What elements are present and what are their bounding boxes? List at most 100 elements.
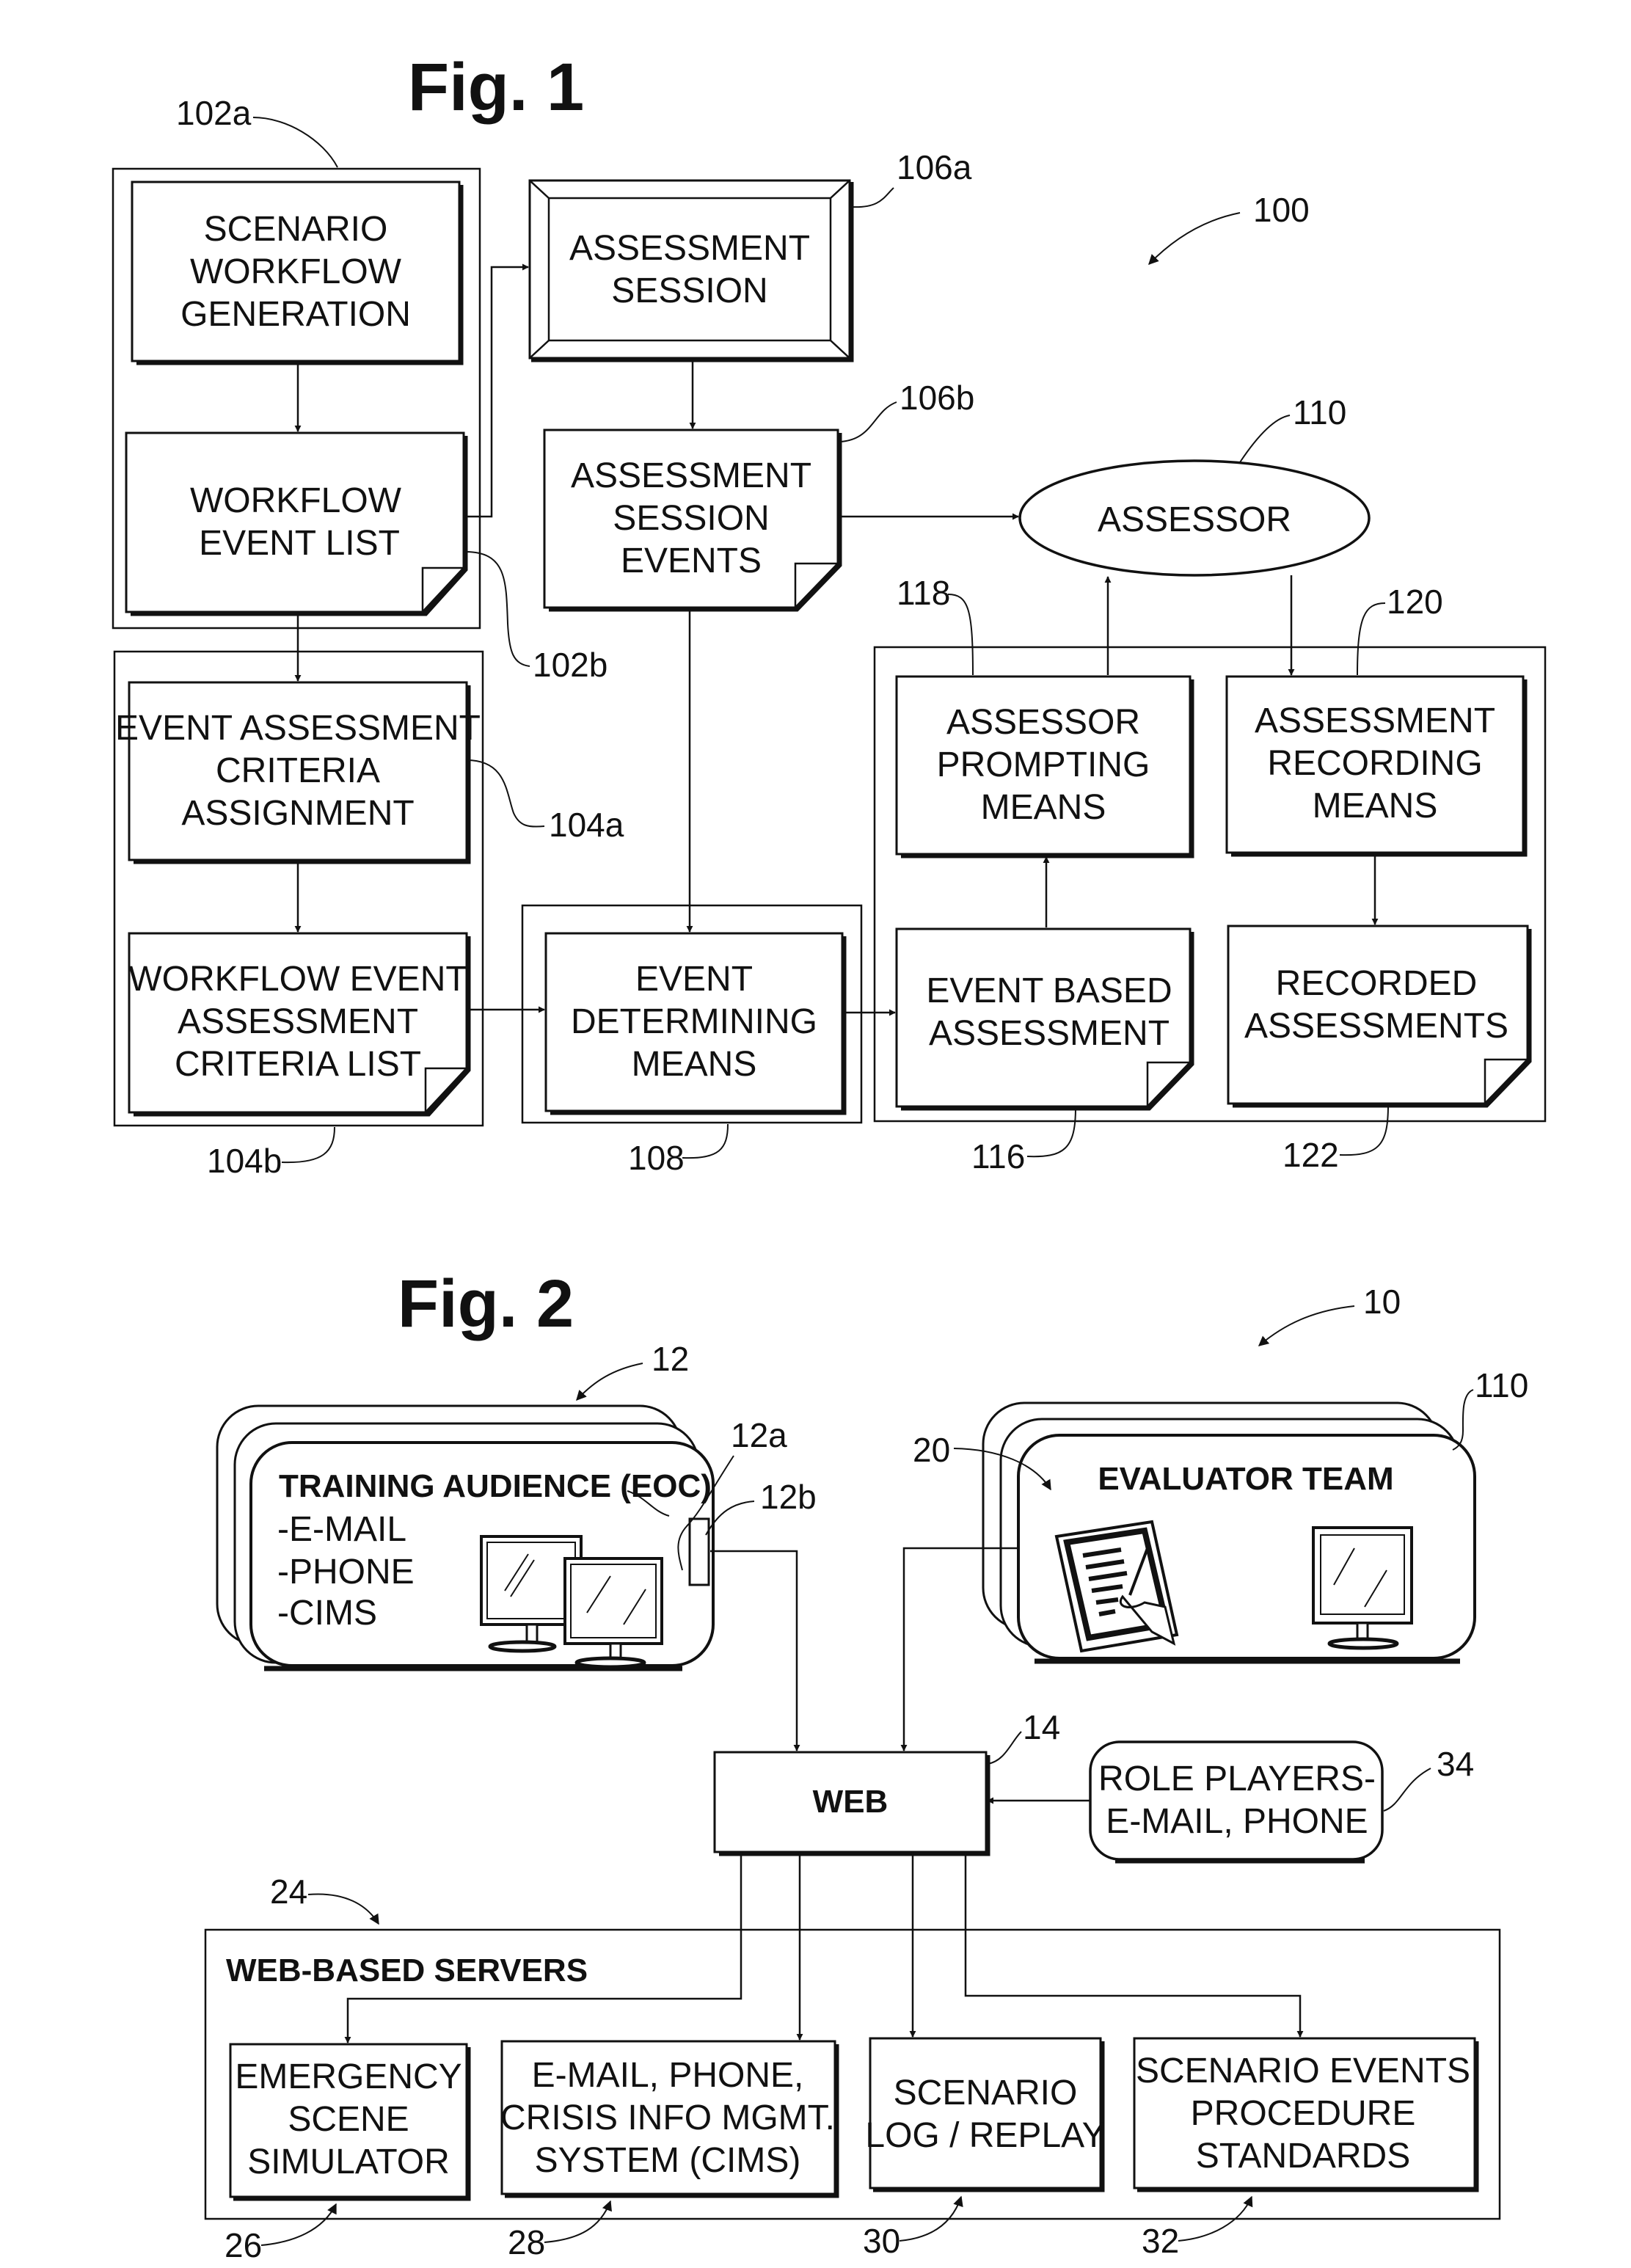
svg-text:MEANS: MEANS (632, 1045, 757, 1084)
ref-110: 110 (1293, 393, 1346, 431)
svg-text:ASSESSMENT: ASSESSMENT (569, 229, 810, 268)
ref-104a-leader (466, 759, 545, 828)
training-audience-item: -E-MAIL (277, 1510, 406, 1549)
assessor-ellipse[interactable]: ASSESSOR (1018, 459, 1371, 577)
ref-102a-leader (252, 117, 338, 168)
emergency-scene-simulator-box[interactable]: EMERGENCY SCENE SIMULATOR (229, 2043, 471, 2201)
ref-100: 100 (1253, 191, 1310, 229)
ref-106b: 106b (900, 379, 974, 417)
event-based-assessment-document[interactable]: EVENT BASED ASSESSMENT (895, 927, 1194, 1111)
ref-12-arrow (576, 1363, 643, 1401)
web-based-servers-group: WEB-BASED SERVERS 24 EMERGENCY SCENE SIM… (204, 1873, 1501, 2264)
svg-text:GENERATION: GENERATION (180, 295, 411, 334)
ref-32: 32 (1142, 2222, 1179, 2260)
assessment-session-box[interactable]: ASSESSMENT SESSION (528, 179, 854, 362)
event-assessment-criteria-assignment-box[interactable]: EVENT ASSESSMENT CRITERIA ASSIGNMENT (115, 681, 481, 864)
figure-2-title: Fig. 2 (398, 1266, 574, 1341)
svg-text:CRITERIA LIST: CRITERIA LIST (175, 1045, 421, 1084)
svg-text:MEANS: MEANS (1313, 787, 1438, 825)
cims-box[interactable]: E-MAIL, PHONE, CRISIS INFO MGMT. SYSTEM … (500, 2040, 839, 2198)
interface-port-12b (688, 1517, 710, 1586)
svg-text:EVENT LIST: EVENT LIST (199, 524, 400, 563)
ref-120-leader (1357, 602, 1386, 676)
web-box[interactable]: WEB (713, 1751, 990, 1856)
assessment-session-events-document[interactable]: ASSESSMENT SESSION EVENTS (543, 429, 842, 612)
svg-text:DETERMINING: DETERMINING (571, 1002, 817, 1041)
evaluator-team-stack[interactable]: EVALUATOR TEAM (982, 1401, 1476, 1664)
svg-text:ASSESSMENT: ASSESSMENT (178, 1002, 418, 1041)
ref-104a: 104a (549, 806, 624, 844)
ref-14: 14 (1023, 1708, 1060, 1746)
ref-110-leader (1239, 415, 1291, 463)
ref-12a: 12a (731, 1416, 787, 1454)
ref-122-leader (1339, 1104, 1389, 1156)
ref-106a: 106a (897, 148, 972, 186)
svg-text:WEB: WEB (813, 1784, 889, 1820)
figure-1: Fig. 1 100 102a SCENARIO WORKFLOW GENERA… (112, 50, 1547, 1180)
svg-text:MEANS: MEANS (981, 788, 1106, 827)
ref-20: 20 (913, 1431, 950, 1469)
training-audience-title: TRAINING AUDIENCE (EOC) (279, 1468, 712, 1504)
ref-34: 34 (1437, 1745, 1474, 1783)
arrow-training-to-web (710, 1550, 800, 1751)
ref-10: 10 (1363, 1283, 1401, 1321)
ref-30: 30 (863, 2222, 900, 2260)
assessment-recording-means-box[interactable]: ASSESSMENT RECORDING MEANS (1225, 675, 1528, 857)
ref-106b-leader (839, 401, 897, 442)
workflow-event-list-document[interactable]: WORKFLOW EVENT LIST (125, 431, 468, 616)
role-players-box[interactable]: ROLE PLAYERS- E-MAIL, PHONE (1089, 1740, 1384, 1864)
ref-12b: 12b (760, 1478, 817, 1516)
ref-102a: 102a (176, 94, 252, 132)
svg-text:SESSION: SESSION (611, 271, 767, 310)
ref-118: 118 (897, 574, 950, 612)
servers-title: WEB-BASED SERVERS (226, 1952, 588, 1988)
svg-text:E-MAIL, PHONE: E-MAIL, PHONE (1106, 1802, 1368, 1841)
svg-text:SIMULATOR: SIMULATOR (247, 2143, 450, 2181)
ref-118-leader (947, 594, 974, 676)
ref-28: 28 (508, 2223, 545, 2261)
ref-108: 108 (628, 1139, 685, 1177)
ref-28-arrow (544, 2200, 612, 2243)
svg-text:RECORDED: RECORDED (1276, 964, 1478, 1003)
ref-120: 120 (1387, 583, 1443, 621)
scenario-log-replay-box[interactable]: SCENARIO LOG / REPLAY (865, 2037, 1106, 2192)
ref-24-arrow (307, 1893, 379, 1925)
ref-10-arrow (1258, 1305, 1355, 1346)
svg-text:EVENT: EVENT (635, 960, 753, 999)
svg-text:PROCEDURE: PROCEDURE (1191, 2094, 1416, 2133)
ref-12: 12 (652, 1340, 689, 1378)
arrow-web-to-standards (964, 1852, 1304, 2038)
ref-102b-leader (464, 551, 530, 667)
recorded-assessments-document[interactable]: RECORDED ASSESSMENTS (1227, 925, 1532, 1108)
ref-14-leader (987, 1731, 1022, 1765)
svg-text:ASSESSMENT: ASSESSMENT (929, 1014, 1170, 1053)
ref-26-arrow (260, 2203, 337, 2246)
ref-24: 24 (270, 1873, 307, 1911)
svg-text:ASSESSMENT: ASSESSMENT (1255, 701, 1495, 740)
svg-text:ASSESSOR: ASSESSOR (946, 703, 1140, 742)
procedure-standards-box[interactable]: SCENARIO EVENTS PROCEDURE STANDARDS (1133, 2037, 1479, 2192)
figure-1-connectors (294, 263, 1379, 1016)
svg-text:SESSION: SESSION (613, 499, 769, 538)
svg-text:EVENT ASSESSMENT: EVENT ASSESSMENT (115, 709, 481, 748)
training-audience-item: -CIMS (277, 1594, 377, 1633)
svg-text:ROLE PLAYERS-: ROLE PLAYERS- (1098, 1760, 1376, 1798)
arrow-web-to-simulator (344, 1852, 742, 2043)
training-audience-stack[interactable]: TRAINING AUDIENCE (EOC) -E-MAIL -PHONE -… (216, 1404, 715, 1671)
svg-text:SCENE: SCENE (288, 2100, 409, 2139)
svg-text:EVENTS: EVENTS (621, 542, 762, 580)
training-audience-item: -PHONE (277, 1553, 415, 1591)
svg-text:EVENT BASED: EVENT BASED (926, 971, 1172, 1010)
svg-text:ASSESSOR: ASSESSOR (1098, 500, 1291, 539)
figure-1-title: Fig. 1 (408, 50, 584, 125)
svg-text:RECORDING: RECORDING (1267, 744, 1482, 783)
svg-text:ASSIGNMENT: ASSIGNMENT (181, 794, 414, 833)
svg-text:EMERGENCY: EMERGENCY (235, 2057, 461, 2096)
svg-text:SCENARIO: SCENARIO (204, 210, 388, 249)
ref-122: 122 (1282, 1136, 1339, 1174)
scenario-workflow-generation-box[interactable]: SCENARIO WORKFLOW GENERATION (131, 181, 464, 365)
ref-116: 116 (971, 1137, 1025, 1175)
workflow-event-assessment-criteria-list-document[interactable]: WORKFLOW EVENT ASSESSMENT CRITERIA LIST (128, 932, 471, 1117)
assessor-prompting-means-box[interactable]: ASSESSOR PROMPTING MEANS (895, 675, 1194, 858)
event-determining-means-box[interactable]: EVENT DETERMINING MEANS (521, 904, 863, 1124)
